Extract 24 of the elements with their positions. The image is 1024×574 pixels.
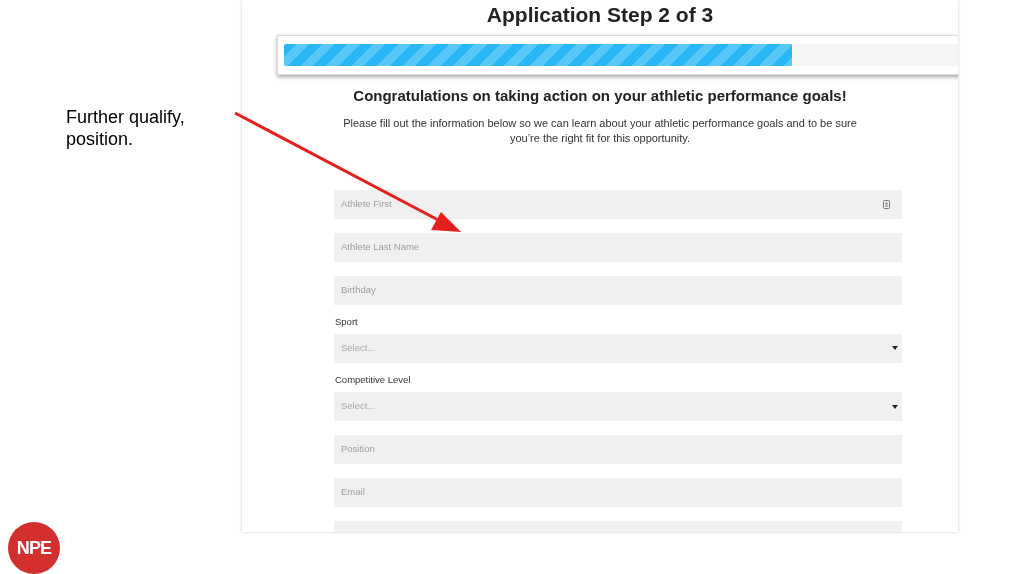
caret-icon xyxy=(892,404,898,409)
input-field[interactable]: Athlete First xyxy=(334,189,902,219)
heading: Congratulations on taking action on your athletic performance goals! xyxy=(352,86,848,106)
logo: NPE xyxy=(8,522,60,574)
caret-icon xyxy=(892,346,898,351)
placeholder-text: Select... xyxy=(341,399,376,414)
annotation-text: Further qualify, position. xyxy=(66,106,186,150)
placeholder-text: Select... xyxy=(341,341,376,356)
input-field[interactable]: Position xyxy=(334,435,902,464)
intro-text: Please fill out the information below so we can learn about your athletic performance goals and to be sure you’re the right fit for this opportunity. xyxy=(342,115,858,146)
contact-card-icon[interactable] xyxy=(883,199,890,209)
placeholder-text: Athlete First xyxy=(341,196,392,211)
placeholder-text: Birthday xyxy=(341,282,376,297)
field-label: Competitive Level xyxy=(334,372,412,387)
input-field[interactable]: Email xyxy=(334,478,902,507)
placeholder-text: Position xyxy=(341,442,375,457)
input-field[interactable]: Birthday xyxy=(334,275,902,305)
select-field[interactable]: Select... xyxy=(334,333,902,363)
page-title: Application Step 2 of 3 xyxy=(485,2,715,28)
field-label: Sport xyxy=(334,314,359,329)
select-field[interactable]: Select... xyxy=(334,392,902,421)
input-field[interactable]: Athlete Last Name xyxy=(334,232,902,262)
placeholder-text: Email xyxy=(341,485,365,500)
placeholder-text: Athlete Last Name xyxy=(341,239,420,254)
